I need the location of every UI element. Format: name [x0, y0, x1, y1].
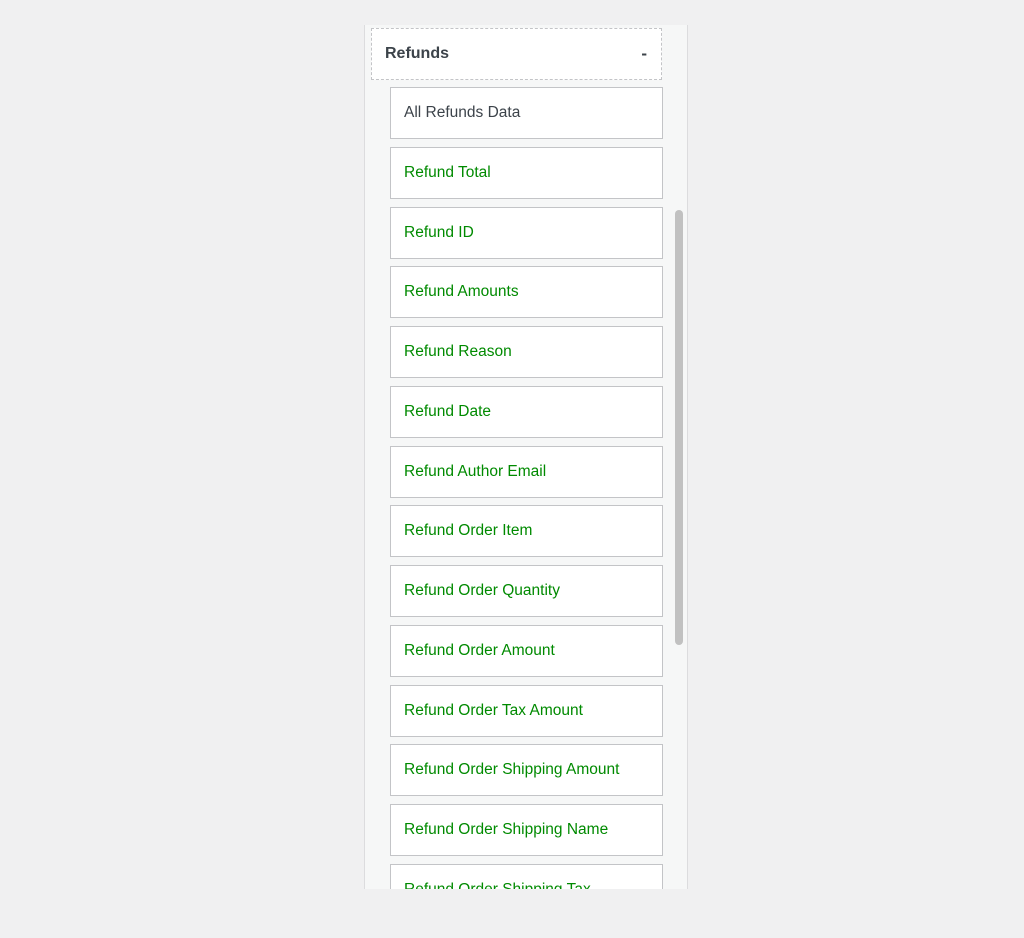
collapse-icon[interactable]: - [641, 44, 649, 64]
field-item-refund-order-shipping-amount[interactable]: Refund Order Shipping Amount [390, 744, 663, 797]
field-panel: Refunds - All Refunds Data Refund Total … [364, 25, 688, 889]
refunds-section-header[interactable]: Refunds - [371, 28, 662, 80]
field-item-refund-order-shipping-name[interactable]: Refund Order Shipping Name [390, 804, 663, 856]
field-item-refund-order-quantity[interactable]: Refund Order Quantity [390, 565, 663, 617]
field-item-refund-order-shipping-tax[interactable]: Refund Order Shipping Tax [390, 863, 663, 889]
field-item-refund-order-amount[interactable]: Refund Order Amount [390, 624, 663, 677]
scrollbar-thumb[interactable] [675, 210, 683, 645]
field-item-refund-date[interactable]: Refund Date [390, 385, 663, 438]
field-item-refund-order-item[interactable]: Refund Order Item [390, 505, 663, 558]
field-item-refund-reason[interactable]: Refund Reason [390, 326, 663, 378]
field-item-refund-total[interactable]: Refund Total [390, 146, 663, 199]
field-item-refund-amounts[interactable]: Refund Amounts [390, 266, 663, 319]
field-item-refund-order-tax-amount[interactable]: Refund Order Tax Amount [390, 684, 663, 737]
field-list: All Refunds Data Refund Total Refund ID … [390, 87, 663, 889]
field-item-all-refunds-data[interactable]: All Refunds Data [390, 87, 663, 139]
field-item-refund-author-email[interactable]: Refund Author Email [390, 445, 663, 498]
field-item-refund-id[interactable]: Refund ID [390, 206, 663, 259]
section-title: Refunds [385, 45, 449, 62]
